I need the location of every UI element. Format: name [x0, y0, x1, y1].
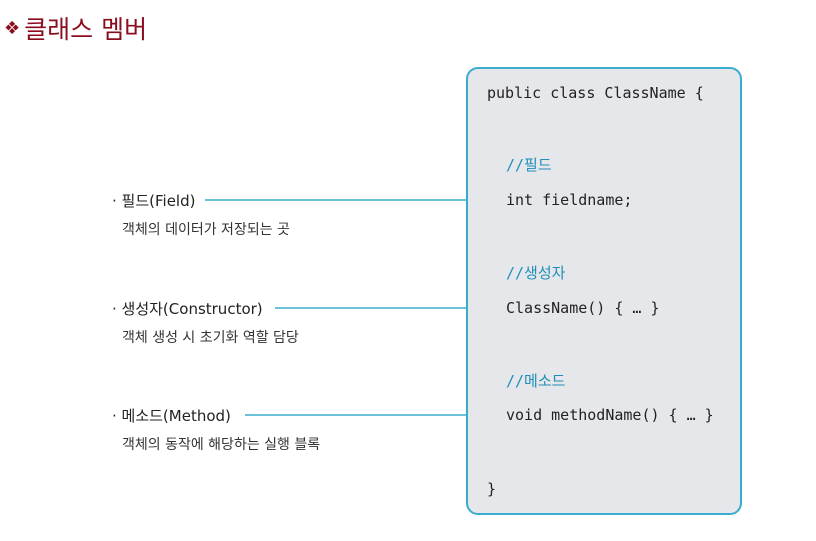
closing-brace-code: } — [487, 480, 497, 498]
method-code: void methodName() { … } — [506, 406, 714, 424]
constructor-description: 객체 생성 시 초기화 역할 담당 — [122, 330, 299, 346]
constructor-comment: //생성자 — [506, 264, 566, 282]
field-comment: //필드 — [506, 156, 552, 174]
method-comment: //메소드 — [506, 372, 566, 390]
class-header-code: public class ClassName { — [487, 84, 704, 102]
method-description: 객체의 동작에 해당하는 실행 블록 — [122, 437, 321, 453]
constructor-code: ClassName() { … } — [506, 299, 660, 317]
method-label: · 메소드(Method) — [112, 407, 231, 425]
field-code: int fieldname; — [506, 191, 633, 209]
constructor-label: · 생성자(Constructor) — [112, 300, 263, 318]
field-label: · 필드(Field) — [112, 192, 196, 210]
class-code-box — [466, 67, 742, 515]
field-description: 객체의 데이터가 저장되는 곳 — [122, 222, 290, 238]
